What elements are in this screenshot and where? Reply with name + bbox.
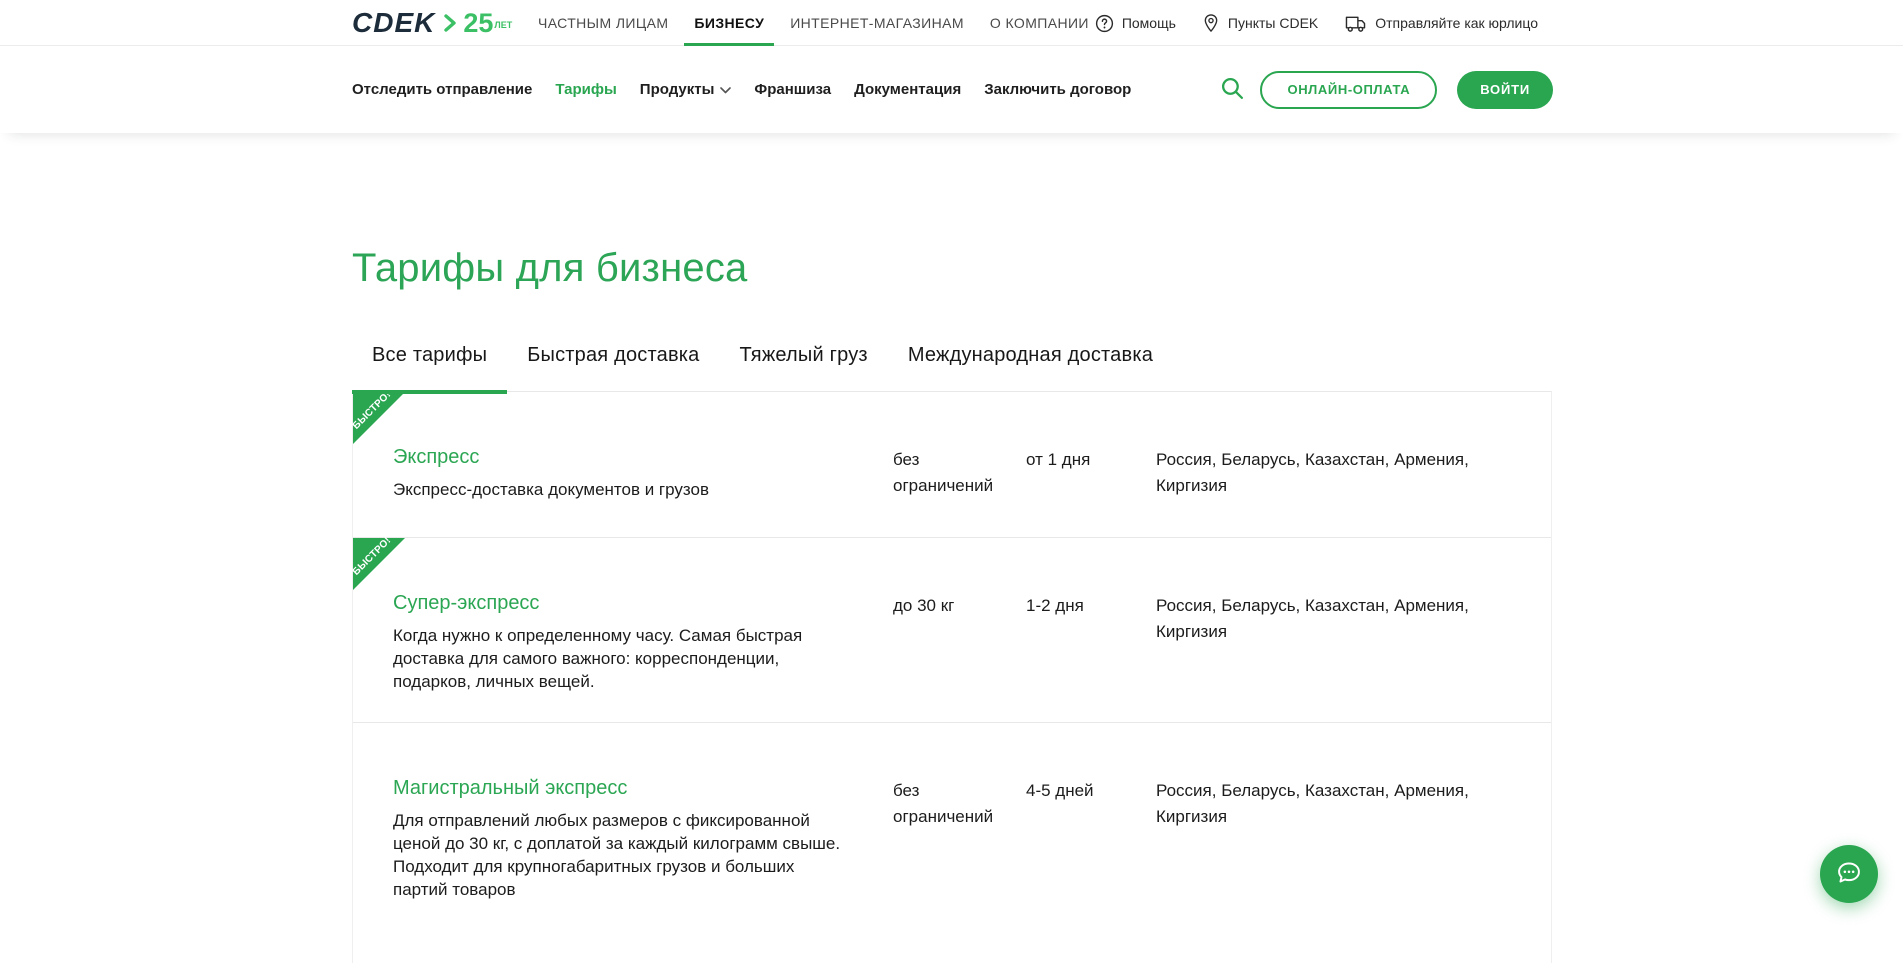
topnav-item-private-clients[interactable]: ЧАСТНЫМ ЛИЦАМ <box>528 0 678 46</box>
help-link[interactable]: Помощь <box>1095 14 1176 33</box>
logo-years-text: 25 <box>463 8 493 39</box>
subnav-item-documentation[interactable]: Документация <box>854 81 961 98</box>
tariff-main-cell: Магистральный экспресс Для отправлений л… <box>393 776 841 901</box>
tariff-row-super-express: БЫСТРО! Супер-экспресс Когда нужно к опр… <box>353 538 1551 723</box>
search-icon <box>1220 76 1245 104</box>
help-label: Помощь <box>1122 15 1176 31</box>
subnav-actions: ОНЛАЙН-ОПЛАТА ВОЙТИ <box>1218 46 1553 133</box>
tab-all-tariffs[interactable]: Все тарифы <box>352 344 507 392</box>
topnav-item-business[interactable]: БИЗНЕСУ <box>684 0 774 46</box>
tab-international-delivery[interactable]: Международная доставка <box>888 344 1173 392</box>
fast-ribbon-label: БЫСТРО! <box>348 533 395 580</box>
tariff-main-cell: Супер-экспресс Когда нужно к определенно… <box>393 591 841 693</box>
tariff-name-link[interactable]: Экспресс <box>393 445 479 469</box>
tab-fast-delivery[interactable]: Быстрая доставка <box>507 344 719 392</box>
topbar-utilities: Помощь Пункты CDEK Отправляйте как юрлиц… <box>1095 0 1538 46</box>
chat-button[interactable] <box>1820 845 1878 903</box>
help-icon <box>1095 14 1114 33</box>
cdek-logo[interactable]: CDEK 25 ЛЕТ <box>352 0 512 46</box>
location-pin-icon <box>1202 13 1220 33</box>
tariff-weight: до 30 кг <box>893 593 1009 619</box>
tariff-term: от 1 дня <box>1026 447 1144 473</box>
topnav-item-about-company[interactable]: О КОМПАНИИ <box>980 0 1099 46</box>
tariff-description: Для отправлений любых размеров с фиксиро… <box>393 809 841 901</box>
chat-icon <box>1834 858 1864 891</box>
topnav-item-online-stores[interactable]: ИНТЕРНЕТ-МАГАЗИНАМ <box>780 0 974 46</box>
subnav-item-franchise[interactable]: Франшиза <box>754 81 831 98</box>
tab-heavy-cargo[interactable]: Тяжелый груз <box>720 344 888 392</box>
tariff-regions: Россия, Беларусь, Казахстан, Армения, Ки… <box>1156 778 1501 830</box>
tariff-description: Когда нужно к определенному часу. Самая … <box>393 624 841 693</box>
logo-chevron-icon <box>444 14 456 32</box>
topbar: CDEK 25 ЛЕТ ЧАСТНЫМ ЛИЦАМ БИЗНЕСУ ИНТЕРН… <box>0 0 1903 46</box>
top-navigation: ЧАСТНЫМ ЛИЦАМ БИЗНЕСУ ИНТЕРНЕТ-МАГАЗИНАМ… <box>528 0 1099 46</box>
tariff-description: Экспресс-доставка документов и грузов <box>393 478 841 501</box>
login-button[interactable]: ВОЙТИ <box>1457 71 1553 109</box>
send-as-legal-entity-link[interactable]: Отправляйте как юрлицо <box>1344 14 1538 33</box>
tariff-term: 4-5 дней <box>1026 778 1144 804</box>
subnav-item-sign-contract[interactable]: Заключить договор <box>984 81 1131 98</box>
tariff-tabs: Все тарифы Быстрая доставка Тяжелый груз… <box>352 344 1173 392</box>
subnav-item-tariffs[interactable]: Тарифы <box>555 81 616 98</box>
online-payment-button[interactable]: ОНЛАЙН-ОПЛАТА <box>1260 71 1437 109</box>
logo-brand-text: CDEK <box>352 7 435 39</box>
cdek-points-link[interactable]: Пункты CDEK <box>1202 13 1318 33</box>
send-as-legal-entity-label: Отправляйте как юрлицо <box>1375 15 1538 31</box>
tariff-row-mainline-express: Магистральный экспресс Для отправлений л… <box>353 723 1551 963</box>
page-title: Тарифы для бизнеса <box>352 246 747 291</box>
tariff-weight: без ограничений <box>893 447 1009 499</box>
secondary-navigation: Отследить отправление Тарифы Продукты Фр… <box>352 46 1131 133</box>
truck-icon <box>1344 14 1367 33</box>
tariff-weight: без ограничений <box>893 778 1009 830</box>
tariff-term: 1-2 дня <box>1026 593 1144 619</box>
secondary-navigation-bar: Отследить отправление Тарифы Продукты Фр… <box>0 46 1903 133</box>
chevron-down-icon <box>720 81 731 98</box>
search-button[interactable] <box>1218 74 1247 106</box>
fast-ribbon: БЫСТРО! <box>353 392 405 444</box>
tariff-main-cell: Экспресс Экспресс-доставка документов и … <box>393 445 841 501</box>
tariff-name-link[interactable]: Супер-экспресс <box>393 591 539 615</box>
subnav-item-products[interactable]: Продукты <box>640 81 732 98</box>
tariff-row-express: БЫСТРО! Экспресс Экспресс-доставка докум… <box>353 392 1551 538</box>
tariff-name-link[interactable]: Магистральный экспресс <box>393 776 627 800</box>
tariff-table: БЫСТРО! Экспресс Экспресс-доставка докум… <box>352 391 1552 963</box>
subnav-item-products-label: Продукты <box>640 81 715 98</box>
tariff-regions: Россия, Беларусь, Казахстан, Армения, Ки… <box>1156 593 1501 645</box>
logo-years-suffix-text: ЛЕТ <box>494 20 512 30</box>
subnav-item-track-shipment[interactable]: Отследить отправление <box>352 81 532 98</box>
fast-ribbon: БЫСТРО! <box>353 538 405 590</box>
cdek-points-label: Пункты CDEK <box>1228 15 1318 31</box>
tariff-regions: Россия, Беларусь, Казахстан, Армения, Ки… <box>1156 447 1501 499</box>
